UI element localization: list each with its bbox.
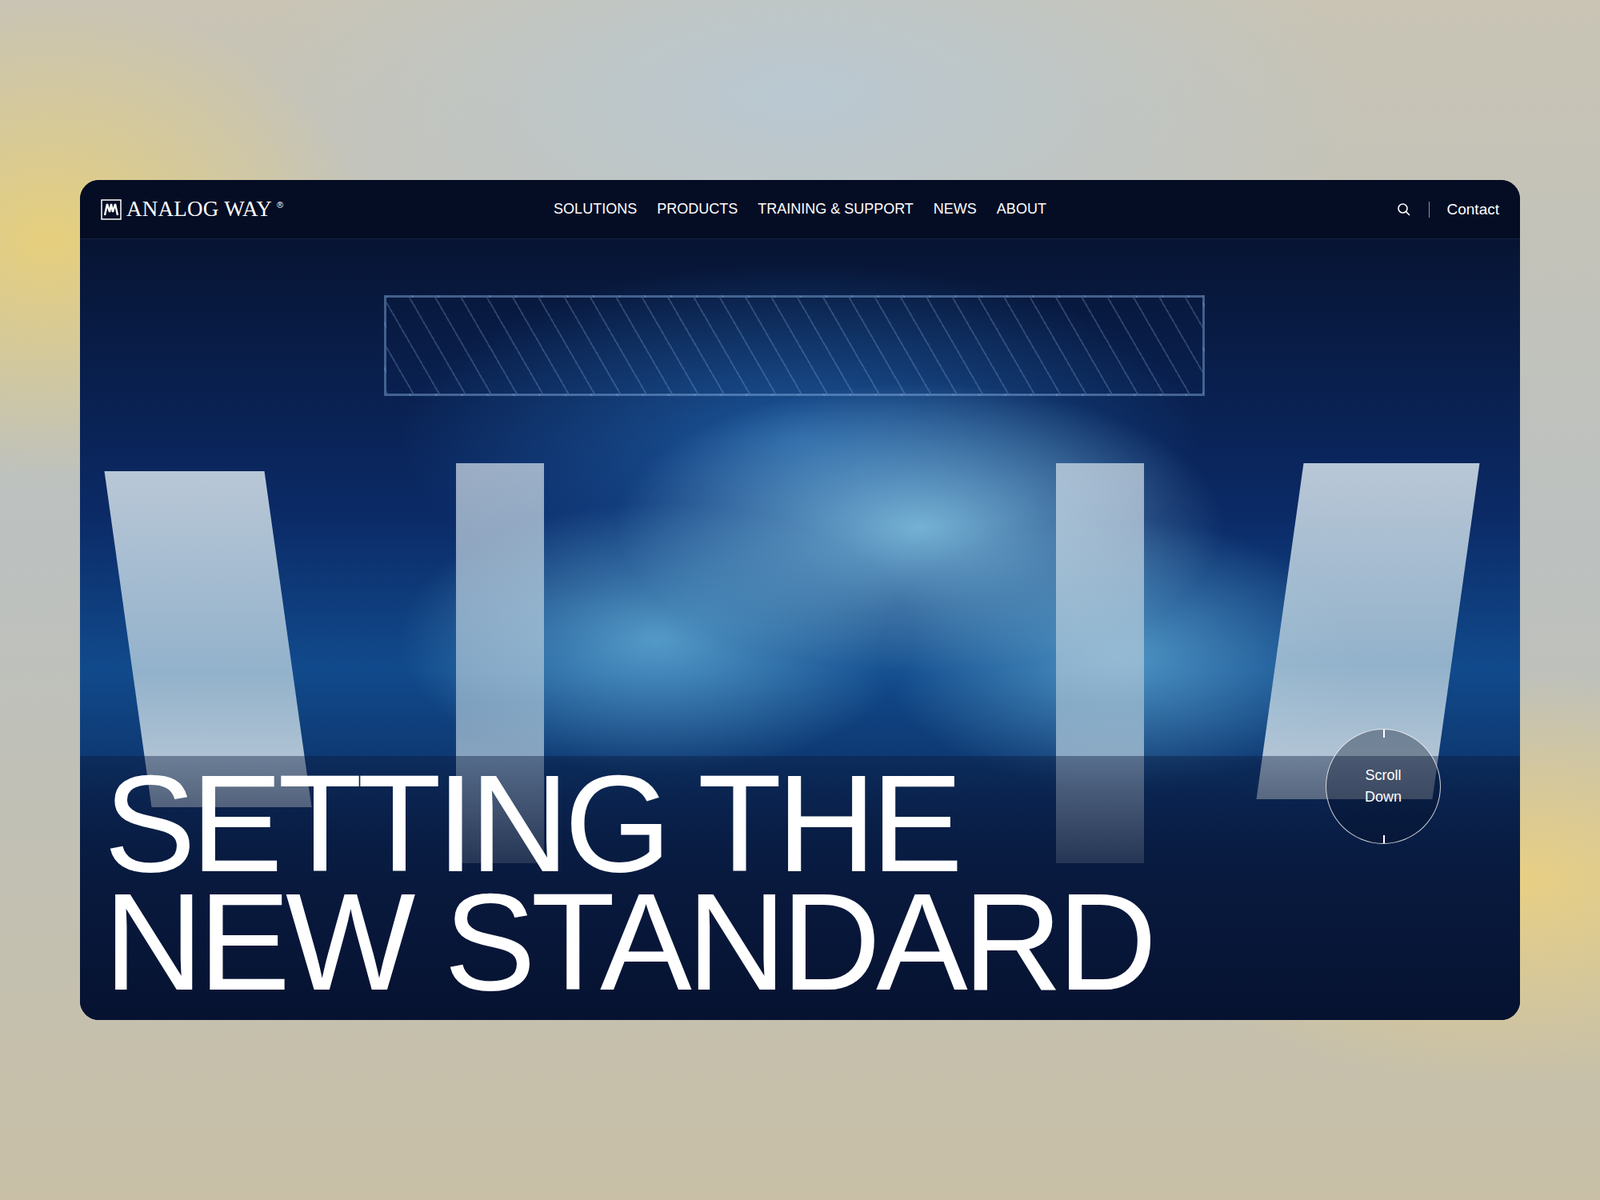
header: ANALOG WAY ® SOLUTIONS PRODUCTS TRAINING &… xyxy=(80,180,1520,240)
logo-text: ANALOG WAY xyxy=(126,196,272,222)
main-nav: SOLUTIONS PRODUCTS TRAINING & SUPPORT NEWS A… xyxy=(553,200,1047,218)
nav-item[interactable]: TRAINING & SUPPORT xyxy=(757,200,914,218)
scroll-label: Scroll xyxy=(1364,764,1401,787)
website-card: ANALOG WAY ® SOLUTIONS PRODUCTS TRAINING &… xyxy=(80,180,1520,1020)
nav-item[interactable]: NEWS xyxy=(933,200,977,218)
headline: SETTING THENEW STANDARD xyxy=(104,764,1520,1001)
nav-item[interactable]: ABOUT xyxy=(996,200,1047,218)
nav-item[interactable]: PRODUCTS xyxy=(656,200,738,218)
registered-mark: ® xyxy=(276,200,284,210)
logo-mark-icon xyxy=(100,199,122,220)
hero: SETTING THENEW STANDARD ScrollDown xyxy=(80,239,1520,1020)
page: ANALOG WAY ® SOLUTIONS PRODUCTS TRAINING &… xyxy=(0,0,1600,1200)
headline-line: SETTING THE xyxy=(104,764,1520,883)
scroll-label: Down xyxy=(1364,786,1402,808)
divider xyxy=(1428,201,1430,218)
header-actions: Contact xyxy=(1396,200,1500,219)
headline-line: NEW STANDARD xyxy=(104,882,1520,1001)
search-icon[interactable] xyxy=(1396,202,1412,217)
scroll-down-button[interactable]: ScrollDown xyxy=(1325,728,1441,844)
nav-item[interactable]: SOLUTIONS xyxy=(553,200,637,218)
logo[interactable]: ANALOG WAY ® xyxy=(100,196,284,222)
contact-link[interactable]: Contact xyxy=(1447,200,1500,219)
